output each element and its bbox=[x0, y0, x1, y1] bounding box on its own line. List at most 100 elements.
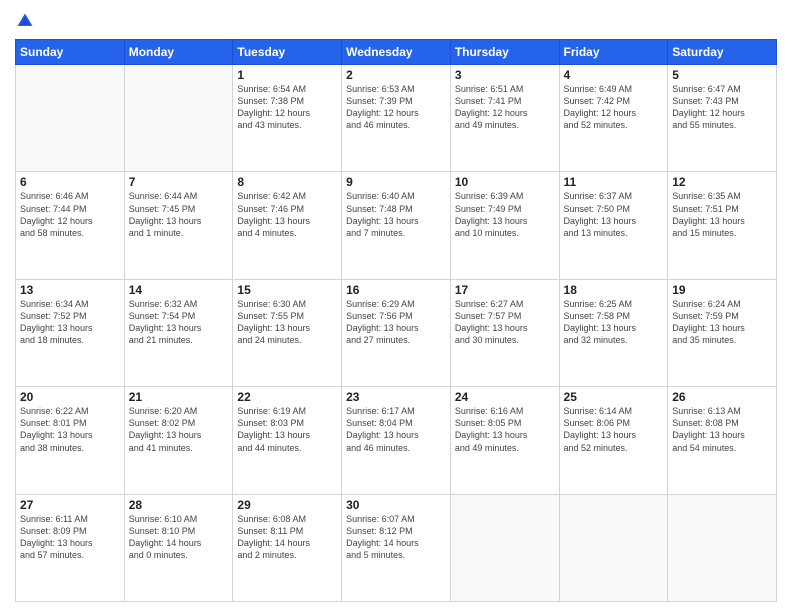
day-info: Sunrise: 6:47 AM Sunset: 7:43 PM Dayligh… bbox=[672, 83, 772, 132]
calendar-week-row: 27Sunrise: 6:11 AM Sunset: 8:09 PM Dayli… bbox=[16, 494, 777, 601]
header bbox=[15, 10, 777, 31]
day-info: Sunrise: 6:14 AM Sunset: 8:06 PM Dayligh… bbox=[564, 405, 664, 454]
weekday-header: Friday bbox=[559, 40, 668, 65]
day-info: Sunrise: 6:53 AM Sunset: 7:39 PM Dayligh… bbox=[346, 83, 446, 132]
day-info: Sunrise: 6:20 AM Sunset: 8:02 PM Dayligh… bbox=[129, 405, 229, 454]
day-number: 12 bbox=[672, 175, 772, 189]
calendar-cell: 23Sunrise: 6:17 AM Sunset: 8:04 PM Dayli… bbox=[342, 387, 451, 494]
calendar-cell: 12Sunrise: 6:35 AM Sunset: 7:51 PM Dayli… bbox=[668, 172, 777, 279]
day-info: Sunrise: 6:17 AM Sunset: 8:04 PM Dayligh… bbox=[346, 405, 446, 454]
day-number: 15 bbox=[237, 283, 337, 297]
day-info: Sunrise: 6:25 AM Sunset: 7:58 PM Dayligh… bbox=[564, 298, 664, 347]
day-number: 14 bbox=[129, 283, 229, 297]
calendar-cell: 6Sunrise: 6:46 AM Sunset: 7:44 PM Daylig… bbox=[16, 172, 125, 279]
day-info: Sunrise: 6:42 AM Sunset: 7:46 PM Dayligh… bbox=[237, 190, 337, 239]
day-number: 16 bbox=[346, 283, 446, 297]
day-info: Sunrise: 6:54 AM Sunset: 7:38 PM Dayligh… bbox=[237, 83, 337, 132]
calendar-cell: 16Sunrise: 6:29 AM Sunset: 7:56 PM Dayli… bbox=[342, 279, 451, 386]
logo-icon bbox=[15, 11, 35, 31]
weekday-header: Monday bbox=[124, 40, 233, 65]
day-number: 5 bbox=[672, 68, 772, 82]
day-info: Sunrise: 6:44 AM Sunset: 7:45 PM Dayligh… bbox=[129, 190, 229, 239]
calendar-cell: 22Sunrise: 6:19 AM Sunset: 8:03 PM Dayli… bbox=[233, 387, 342, 494]
calendar-cell: 19Sunrise: 6:24 AM Sunset: 7:59 PM Dayli… bbox=[668, 279, 777, 386]
day-info: Sunrise: 6:30 AM Sunset: 7:55 PM Dayligh… bbox=[237, 298, 337, 347]
weekday-header: Wednesday bbox=[342, 40, 451, 65]
day-info: Sunrise: 6:07 AM Sunset: 8:12 PM Dayligh… bbox=[346, 513, 446, 562]
calendar-cell: 3Sunrise: 6:51 AM Sunset: 7:41 PM Daylig… bbox=[450, 65, 559, 172]
day-number: 4 bbox=[564, 68, 664, 82]
calendar-cell: 28Sunrise: 6:10 AM Sunset: 8:10 PM Dayli… bbox=[124, 494, 233, 601]
day-number: 9 bbox=[346, 175, 446, 189]
calendar-cell: 13Sunrise: 6:34 AM Sunset: 7:52 PM Dayli… bbox=[16, 279, 125, 386]
day-number: 25 bbox=[564, 390, 664, 404]
day-info: Sunrise: 6:19 AM Sunset: 8:03 PM Dayligh… bbox=[237, 405, 337, 454]
calendar-cell: 14Sunrise: 6:32 AM Sunset: 7:54 PM Dayli… bbox=[124, 279, 233, 386]
day-number: 2 bbox=[346, 68, 446, 82]
day-info: Sunrise: 6:49 AM Sunset: 7:42 PM Dayligh… bbox=[564, 83, 664, 132]
day-number: 30 bbox=[346, 498, 446, 512]
day-info: Sunrise: 6:11 AM Sunset: 8:09 PM Dayligh… bbox=[20, 513, 120, 562]
day-number: 17 bbox=[455, 283, 555, 297]
day-number: 19 bbox=[672, 283, 772, 297]
weekday-header: Sunday bbox=[16, 40, 125, 65]
calendar-cell: 9Sunrise: 6:40 AM Sunset: 7:48 PM Daylig… bbox=[342, 172, 451, 279]
calendar-cell: 30Sunrise: 6:07 AM Sunset: 8:12 PM Dayli… bbox=[342, 494, 451, 601]
calendar-cell bbox=[124, 65, 233, 172]
day-number: 20 bbox=[20, 390, 120, 404]
day-info: Sunrise: 6:32 AM Sunset: 7:54 PM Dayligh… bbox=[129, 298, 229, 347]
day-info: Sunrise: 6:10 AM Sunset: 8:10 PM Dayligh… bbox=[129, 513, 229, 562]
day-info: Sunrise: 6:13 AM Sunset: 8:08 PM Dayligh… bbox=[672, 405, 772, 454]
day-number: 10 bbox=[455, 175, 555, 189]
day-info: Sunrise: 6:46 AM Sunset: 7:44 PM Dayligh… bbox=[20, 190, 120, 239]
day-number: 7 bbox=[129, 175, 229, 189]
day-info: Sunrise: 6:29 AM Sunset: 7:56 PM Dayligh… bbox=[346, 298, 446, 347]
page: SundayMondayTuesdayWednesdayThursdayFrid… bbox=[0, 0, 792, 612]
calendar-cell: 1Sunrise: 6:54 AM Sunset: 7:38 PM Daylig… bbox=[233, 65, 342, 172]
calendar-cell: 10Sunrise: 6:39 AM Sunset: 7:49 PM Dayli… bbox=[450, 172, 559, 279]
day-info: Sunrise: 6:16 AM Sunset: 8:05 PM Dayligh… bbox=[455, 405, 555, 454]
calendar-cell: 26Sunrise: 6:13 AM Sunset: 8:08 PM Dayli… bbox=[668, 387, 777, 494]
weekday-row: SundayMondayTuesdayWednesdayThursdayFrid… bbox=[16, 40, 777, 65]
logo bbox=[15, 10, 37, 31]
day-info: Sunrise: 6:22 AM Sunset: 8:01 PM Dayligh… bbox=[20, 405, 120, 454]
weekday-header: Saturday bbox=[668, 40, 777, 65]
day-number: 27 bbox=[20, 498, 120, 512]
day-number: 26 bbox=[672, 390, 772, 404]
calendar-cell: 4Sunrise: 6:49 AM Sunset: 7:42 PM Daylig… bbox=[559, 65, 668, 172]
calendar-body: 1Sunrise: 6:54 AM Sunset: 7:38 PM Daylig… bbox=[16, 65, 777, 602]
day-info: Sunrise: 6:08 AM Sunset: 8:11 PM Dayligh… bbox=[237, 513, 337, 562]
day-info: Sunrise: 6:39 AM Sunset: 7:49 PM Dayligh… bbox=[455, 190, 555, 239]
weekday-header: Tuesday bbox=[233, 40, 342, 65]
day-info: Sunrise: 6:51 AM Sunset: 7:41 PM Dayligh… bbox=[455, 83, 555, 132]
weekday-header: Thursday bbox=[450, 40, 559, 65]
calendar-cell: 24Sunrise: 6:16 AM Sunset: 8:05 PM Dayli… bbox=[450, 387, 559, 494]
calendar-cell: 8Sunrise: 6:42 AM Sunset: 7:46 PM Daylig… bbox=[233, 172, 342, 279]
calendar-cell: 29Sunrise: 6:08 AM Sunset: 8:11 PM Dayli… bbox=[233, 494, 342, 601]
day-number: 18 bbox=[564, 283, 664, 297]
calendar-cell: 18Sunrise: 6:25 AM Sunset: 7:58 PM Dayli… bbox=[559, 279, 668, 386]
day-number: 1 bbox=[237, 68, 337, 82]
day-number: 3 bbox=[455, 68, 555, 82]
calendar-cell: 20Sunrise: 6:22 AM Sunset: 8:01 PM Dayli… bbox=[16, 387, 125, 494]
day-number: 29 bbox=[237, 498, 337, 512]
day-info: Sunrise: 6:34 AM Sunset: 7:52 PM Dayligh… bbox=[20, 298, 120, 347]
calendar-cell bbox=[559, 494, 668, 601]
calendar-week-row: 20Sunrise: 6:22 AM Sunset: 8:01 PM Dayli… bbox=[16, 387, 777, 494]
calendar-cell bbox=[450, 494, 559, 601]
calendar-cell bbox=[668, 494, 777, 601]
day-number: 21 bbox=[129, 390, 229, 404]
calendar-cell bbox=[16, 65, 125, 172]
day-number: 28 bbox=[129, 498, 229, 512]
day-number: 22 bbox=[237, 390, 337, 404]
calendar-cell: 21Sunrise: 6:20 AM Sunset: 8:02 PM Dayli… bbox=[124, 387, 233, 494]
day-number: 13 bbox=[20, 283, 120, 297]
calendar-cell: 5Sunrise: 6:47 AM Sunset: 7:43 PM Daylig… bbox=[668, 65, 777, 172]
calendar-table: SundayMondayTuesdayWednesdayThursdayFrid… bbox=[15, 39, 777, 602]
day-info: Sunrise: 6:40 AM Sunset: 7:48 PM Dayligh… bbox=[346, 190, 446, 239]
calendar-cell: 2Sunrise: 6:53 AM Sunset: 7:39 PM Daylig… bbox=[342, 65, 451, 172]
day-number: 11 bbox=[564, 175, 664, 189]
day-number: 6 bbox=[20, 175, 120, 189]
day-number: 8 bbox=[237, 175, 337, 189]
calendar-cell: 7Sunrise: 6:44 AM Sunset: 7:45 PM Daylig… bbox=[124, 172, 233, 279]
